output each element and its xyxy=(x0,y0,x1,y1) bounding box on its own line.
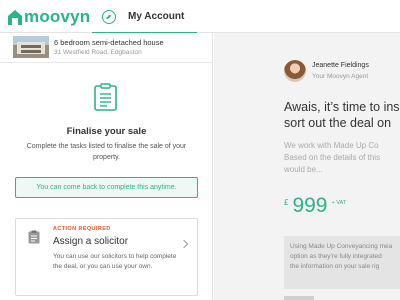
tab-label: My Account xyxy=(128,11,185,22)
message-body: We work with Made Up Co Based on the det… xyxy=(284,140,400,176)
info-box: Using Made Up Conveyancing mea option as… xyxy=(284,236,400,289)
agent-role: Your Moovyn Agent xyxy=(312,73,369,80)
clipboard-icon xyxy=(28,230,40,244)
property-summary[interactable]: 6 bedroom semi-detached house 31 Westfie… xyxy=(0,33,213,63)
action-required-badge: ACTION REQUIRED xyxy=(53,226,111,232)
compass-icon xyxy=(102,9,116,24)
come-back-notice: You can come back to complete this anyti… xyxy=(15,177,198,198)
property-title: 6 bedroom semi-detached house xyxy=(54,38,164,47)
tasks-panel: 6 bedroom semi-detached house 31 Westfie… xyxy=(0,33,213,300)
action-description: You can use our solicitors to help compl… xyxy=(53,253,177,270)
logo-text: moovyn xyxy=(24,7,91,26)
message-headline: Awais, it’s time to ins sort out the dea… xyxy=(284,99,400,131)
info-line: the information on your sale rig xyxy=(290,263,380,270)
finalise-description: Complete the tasks listed to finalise th… xyxy=(26,143,187,161)
property-thumbnail xyxy=(13,36,49,58)
price-vat: + VAT xyxy=(331,200,347,206)
clipboard-icon xyxy=(94,83,117,111)
next-section-preview xyxy=(284,296,314,300)
agent-name: Jeanette Fieldings xyxy=(312,62,369,69)
info-line: Using Made Up Conveyancing mea xyxy=(290,243,393,250)
assign-solicitor-card[interactable]: ACTION REQUIRED Assign a solicitor You c… xyxy=(15,218,198,296)
action-title: Assign a solicitor xyxy=(53,236,129,247)
headline-line: sort out the deal on xyxy=(284,116,392,130)
moovyn-logo[interactable]: moovyn xyxy=(7,6,90,28)
body-line: would be... xyxy=(284,165,323,174)
avatar xyxy=(284,60,306,82)
price-currency: £ xyxy=(284,198,289,207)
price-amount: 999 xyxy=(292,194,328,217)
chevron-right-icon xyxy=(179,239,189,249)
top-bar: moovyn My Account xyxy=(0,0,400,34)
property-address: 31 Westfield Road, Edgbaston xyxy=(54,49,142,56)
body-line: Based on the details of this xyxy=(284,153,381,162)
headline-line: Awais, it’s time to ins xyxy=(284,100,400,114)
tab-my-account[interactable]: My Account xyxy=(92,0,197,34)
info-text: Using Made Up Conveyancing mea option as… xyxy=(290,242,392,272)
agent-message-panel: Jeanette Fieldings Your Moovyn Agent Awa… xyxy=(214,33,400,300)
house-logo-icon xyxy=(8,10,22,25)
finalise-title: Finalise your sale xyxy=(66,126,147,137)
price: £ 999 + VAT xyxy=(284,194,346,218)
body-line: We work with Made Up Co xyxy=(284,141,379,150)
info-line: option as they’re fully integrated xyxy=(290,253,382,260)
